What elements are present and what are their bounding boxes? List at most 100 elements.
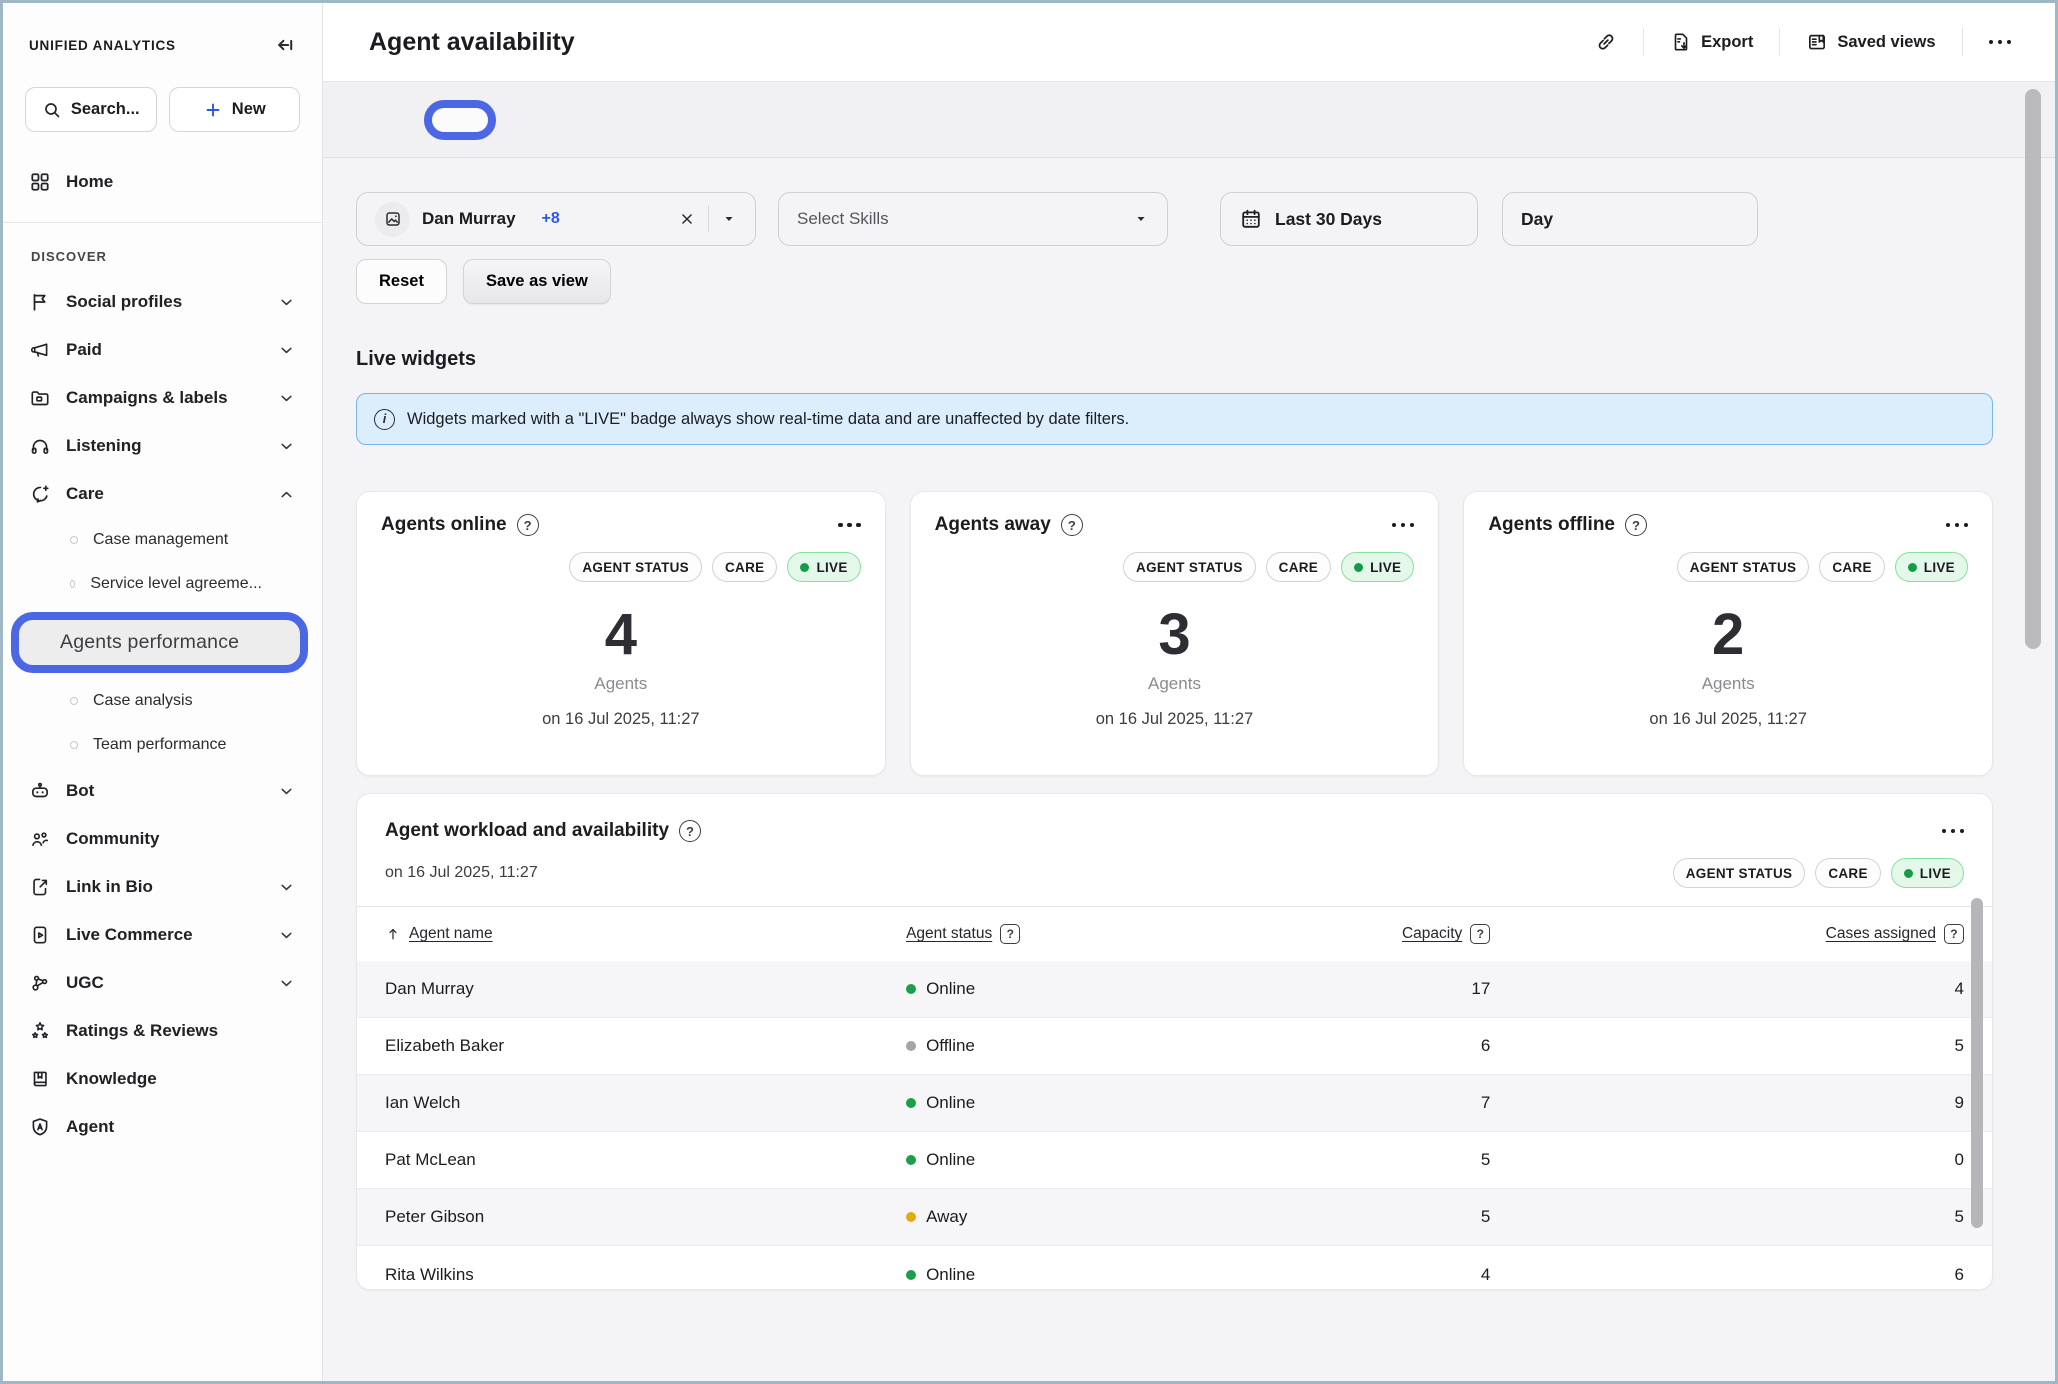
- widget-unit: Agents: [935, 674, 1415, 694]
- page-scrollbar[interactable]: [2025, 89, 2041, 649]
- sidebar-item-link-in-bio[interactable]: Link in Bio: [3, 863, 322, 911]
- status-dot-icon: [906, 1098, 916, 1108]
- skills-filter-placeholder: Select Skills: [797, 209, 889, 229]
- agent-icon: [29, 1116, 51, 1138]
- chevron-down-icon: [277, 437, 296, 456]
- widget-unit: Agents: [381, 674, 861, 694]
- agent-status-badge: AGENT STATUS: [1123, 552, 1256, 582]
- workload-table-card: Agent workload and availability ? on 16 …: [356, 793, 1993, 1290]
- help-icon[interactable]: ?: [679, 820, 701, 842]
- skills-filter[interactable]: Select Skills: [778, 192, 1168, 246]
- status-dot-icon: [906, 1212, 916, 1222]
- knowledge-icon: [29, 1068, 51, 1090]
- granularity-value: Day: [1521, 209, 1553, 230]
- chevron-down-icon: [277, 974, 296, 993]
- chevron-down-icon: [277, 878, 296, 897]
- people-filter[interactable]: Dan Murray +8: [356, 192, 756, 246]
- collapse-sidebar-icon[interactable]: [272, 33, 296, 57]
- bullet-icon: [70, 580, 75, 588]
- cell-capacity: 5: [1332, 1207, 1490, 1227]
- caret-down-icon[interactable]: [721, 211, 737, 227]
- widget-timestamp: on 16 Jul 2025, 11:27: [935, 710, 1415, 729]
- column-capacity[interactable]: Capacity ?: [1332, 924, 1490, 944]
- sidebar-item-ugc[interactable]: UGC: [3, 959, 322, 1007]
- search-button[interactable]: Search...: [25, 87, 157, 132]
- cell-agent-name: Dan Murray: [385, 979, 906, 999]
- more-menu-icon[interactable]: [1989, 40, 2012, 45]
- table-scrollbar[interactable]: [1971, 898, 1983, 1228]
- sidebar-item-bot[interactable]: Bot: [3, 767, 322, 815]
- chevron-down-icon: [277, 926, 296, 945]
- cell-capacity: 17: [1332, 979, 1490, 999]
- care-badge: CARE: [712, 552, 777, 582]
- sidebar-item-agents-performance[interactable]: Agents performance: [11, 612, 308, 673]
- live-widget-card-agents-online: Agents online ? AGENT STATUS CARE LIVE 4…: [356, 491, 886, 776]
- help-icon[interactable]: ?: [1061, 514, 1083, 536]
- column-cases-assigned[interactable]: Cases assigned ?: [1490, 924, 1964, 944]
- help-icon[interactable]: ?: [517, 514, 539, 536]
- export-button[interactable]: Export: [1670, 31, 1753, 53]
- sidebar-item-live-commerce[interactable]: Live Commerce: [3, 911, 322, 959]
- status-dot-icon: [906, 1041, 916, 1051]
- sidebar-item-agent[interactable]: Agent: [3, 1103, 322, 1151]
- care-badge: CARE: [1815, 858, 1880, 888]
- copy-link-icon[interactable]: [1595, 31, 1617, 53]
- widget-menu-icon[interactable]: [1392, 523, 1415, 528]
- sidebar-item-listening[interactable]: Listening: [3, 422, 322, 470]
- divider: [1779, 28, 1780, 56]
- help-icon[interactable]: ?: [1470, 924, 1490, 944]
- save-as-view-button[interactable]: Save as view: [463, 259, 611, 304]
- sidebar-item-case-management[interactable]: Case management: [3, 518, 322, 562]
- live-badge: LIVE: [787, 552, 860, 582]
- widget-menu-icon[interactable]: [1946, 523, 1969, 528]
- sidebar-nav: Social profiles Paid Campaigns & labels: [3, 278, 322, 1151]
- sidebar-item-community[interactable]: Community: [3, 815, 322, 863]
- ugc-icon: [29, 972, 51, 994]
- status-dot-icon: [906, 984, 916, 994]
- chevron-down-icon: [277, 293, 296, 312]
- help-icon[interactable]: ?: [1944, 924, 1964, 944]
- table-header: Agent name Agent status ? Capacity ? Cas…: [357, 907, 1992, 961]
- avatar: [375, 202, 410, 237]
- cell-agent-status: Online: [906, 979, 1332, 999]
- sidebar-item-service-level-agreeme[interactable]: Service level agreeme...: [3, 562, 322, 606]
- cell-agent-status: Offline: [906, 1036, 1332, 1056]
- sidebar-item-ratings-reviews[interactable]: Ratings & Reviews: [3, 1007, 322, 1055]
- bullet-icon: [70, 741, 78, 749]
- clear-filter-icon[interactable]: [678, 210, 696, 228]
- cell-agent-name: Rita Wilkins: [385, 1265, 906, 1285]
- date-range-filter[interactable]: Last 30 Days: [1220, 192, 1478, 246]
- live-widget-card-agents-away: Agents away ? AGENT STATUS CARE LIVE 3 A…: [910, 491, 1440, 776]
- new-button[interactable]: New: [169, 87, 301, 132]
- search-icon: [42, 100, 62, 120]
- column-agent-status[interactable]: Agent status ?: [906, 924, 1332, 944]
- agent-status-badge: AGENT STATUS: [1673, 858, 1806, 888]
- sidebar-item-case-analysis[interactable]: Case analysis: [3, 679, 322, 723]
- help-icon[interactable]: ?: [1000, 924, 1020, 944]
- agent-status-badge: AGENT STATUS: [1677, 552, 1810, 582]
- sidebar-item-care[interactable]: Care: [3, 470, 322, 518]
- ratings-icon: [29, 1020, 51, 1042]
- home-grid-icon: [29, 171, 51, 193]
- widget-menu-icon[interactable]: [838, 523, 861, 528]
- sidebar-item-social-profiles[interactable]: Social profiles: [3, 278, 322, 326]
- saved-views-button[interactable]: Saved views: [1806, 31, 1935, 53]
- table-row-peter-gibson: Peter Gibson Away 5 5: [357, 1189, 1992, 1246]
- reset-button[interactable]: Reset: [356, 259, 447, 304]
- live-dot-icon: [800, 563, 809, 572]
- widget-menu-icon[interactable]: [1942, 829, 1965, 834]
- agent-status-badge: AGENT STATUS: [569, 552, 702, 582]
- calendar-icon: [1239, 207, 1263, 231]
- help-icon[interactable]: ?: [1625, 514, 1647, 536]
- table-row-ian-welch: Ian Welch Online 7 9: [357, 1075, 1992, 1132]
- sidebar-item-knowledge[interactable]: Knowledge: [3, 1055, 322, 1103]
- live-widget-card-agents-offline: Agents offline ? AGENT STATUS CARE LIVE …: [1463, 491, 1993, 776]
- sidebar-item-home[interactable]: Home: [3, 158, 322, 206]
- granularity-filter[interactable]: Day: [1502, 192, 1758, 246]
- column-agent-name[interactable]: Agent name: [385, 925, 906, 943]
- export-icon: [1670, 31, 1692, 53]
- cell-cases-assigned: 5: [1490, 1207, 1964, 1227]
- sidebar-item-campaigns-labels[interactable]: Campaigns & labels: [3, 374, 322, 422]
- sidebar-item-team-performance[interactable]: Team performance: [3, 723, 322, 767]
- sidebar-item-paid[interactable]: Paid: [3, 326, 322, 374]
